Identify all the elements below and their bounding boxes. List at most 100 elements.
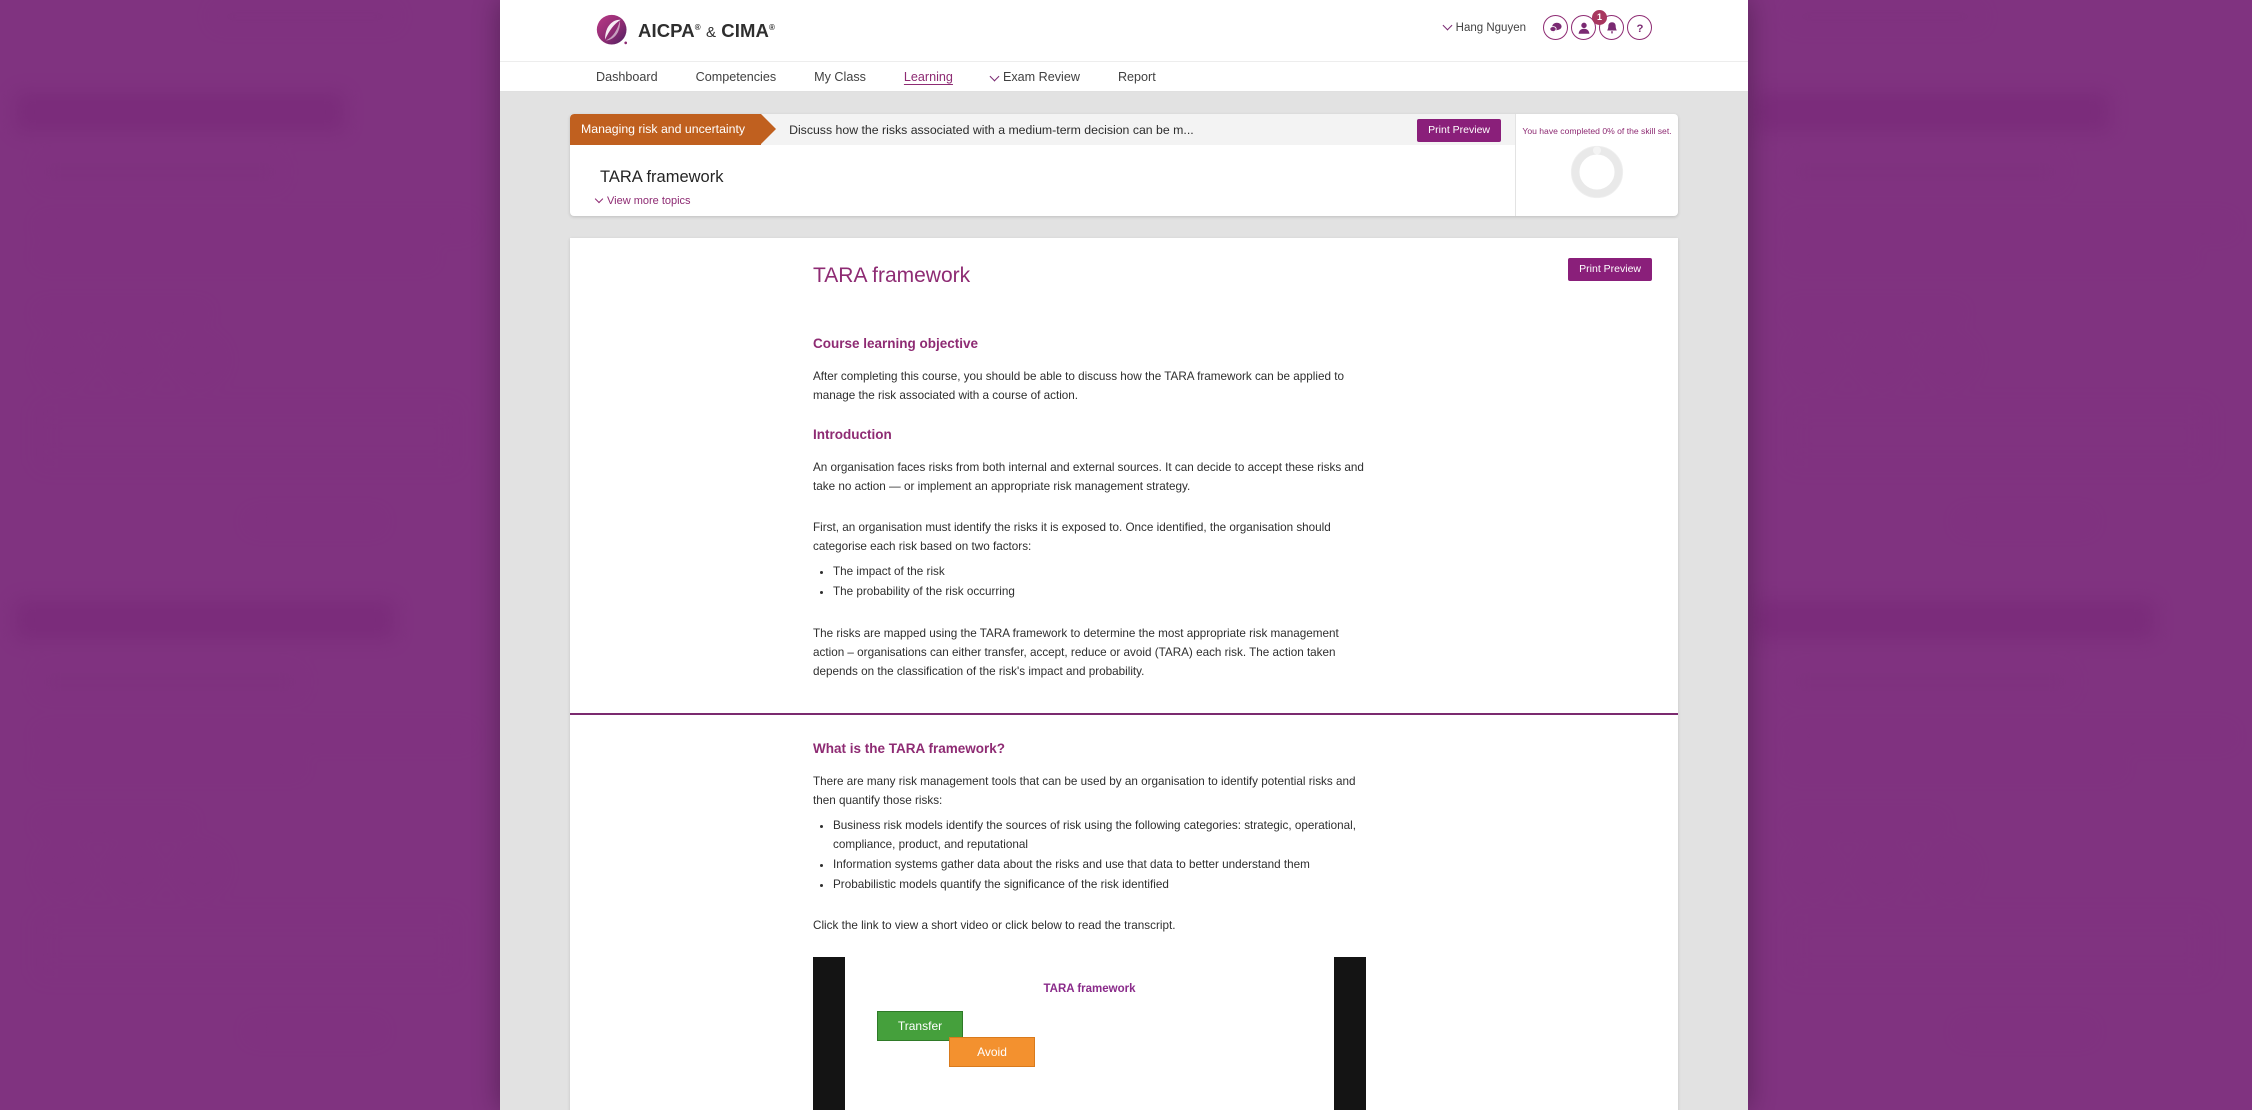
video-letterbox-right bbox=[1334, 957, 1366, 1110]
nav-item-exam-review[interactable]: Exam Review bbox=[989, 69, 1080, 84]
chevron-down-icon bbox=[1442, 20, 1453, 31]
nav-label: Competencies bbox=[695, 69, 777, 84]
section-heading-objective: Course learning objective bbox=[813, 336, 979, 351]
nav-item-learning[interactable]: Learning bbox=[904, 70, 953, 84]
main-navigation: Dashboard Competencies My Class Learning… bbox=[500, 62, 1748, 92]
user-menu[interactable]: Hang Nguyen bbox=[1442, 20, 1526, 34]
section-heading-what-is-tara: What is the TARA framework? bbox=[813, 740, 1006, 756]
backdrop-ghost bbox=[42, 848, 86, 892]
backdrop-ghost bbox=[1860, 848, 1904, 892]
nav-label: Exam Review bbox=[1002, 69, 1080, 84]
nav-item-dashboard[interactable]: Dashboard bbox=[596, 70, 658, 84]
backdrop-ghost bbox=[110, 848, 154, 892]
section-closing-text: Click the link to view a short video or … bbox=[813, 919, 1176, 933]
nav-label: Dashboard bbox=[596, 69, 658, 84]
backdrop-ghost bbox=[1790, 308, 1960, 319]
backdrop-ghost bbox=[1790, 220, 2230, 232]
chat-glyph bbox=[1548, 22, 1562, 32]
question-mark-glyph: ? bbox=[1636, 23, 1643, 35]
intro-bullet-list: The impact of the risk The probability o… bbox=[833, 562, 1393, 601]
course-body-bottom: What is the TARA framework? There are ma… bbox=[570, 715, 1678, 935]
backdrop-ghost bbox=[40, 818, 190, 829]
backdrop-ghost bbox=[1790, 670, 2070, 694]
backdrop-ghost bbox=[40, 670, 300, 694]
chevron-down-icon bbox=[989, 71, 1000, 82]
backdrop-ghost bbox=[40, 250, 430, 262]
section-paragraph: The risks are mapped using the TARA fram… bbox=[813, 626, 1339, 678]
backdrop-ghost bbox=[1755, 600, 2155, 640]
header-actions: Hang Nguyen 1 ? bbox=[1442, 10, 1652, 40]
backdrop-ghost bbox=[40, 760, 300, 772]
backdrop-ghost bbox=[1790, 818, 1940, 829]
course-title: TARA framework bbox=[813, 264, 971, 287]
backdrop-ghost bbox=[40, 308, 205, 319]
topic-card: Managing risk and uncertainty Discuss ho… bbox=[570, 114, 1678, 216]
list-item: The impact of the risk bbox=[833, 562, 1393, 581]
list-item: Probabilistic models quantify the signif… bbox=[833, 875, 1393, 894]
view-more-label: View more topics bbox=[607, 195, 691, 207]
breadcrumb-description: Discuss how the risks associated with a … bbox=[789, 122, 1194, 137]
topic-card-main: Managing risk and uncertainty Discuss ho… bbox=[570, 114, 1516, 216]
video-letterbox-left bbox=[813, 957, 845, 1110]
breadcrumb-skill-tab[interactable]: Managing risk and uncertainty bbox=[570, 114, 777, 145]
course-content-header: TARA framework Print Preview bbox=[570, 238, 1678, 302]
section-paragraph: First, an organisation must identify the… bbox=[813, 521, 1331, 554]
backdrop-ghost bbox=[1790, 160, 2060, 184]
chat-icon[interactable] bbox=[1543, 15, 1568, 40]
tara-bullet-list: Business risk models identify the source… bbox=[833, 816, 1393, 894]
backdrop-ghost bbox=[178, 338, 222, 382]
backdrop-ghost bbox=[40, 220, 470, 232]
notifications-icon[interactable]: 1 bbox=[1592, 10, 1624, 40]
video-slide-title: TARA framework bbox=[1043, 983, 1136, 996]
skill-progress-donut bbox=[1570, 146, 1624, 199]
backdrop-ghost bbox=[1790, 730, 2230, 742]
backdrop-ghost bbox=[40, 730, 470, 742]
backdrop-ghost bbox=[1960, 515, 2090, 528]
logo-ampersand: & bbox=[705, 23, 717, 41]
backdrop-ghost bbox=[1790, 760, 2120, 772]
tara-box-avoid: Avoid bbox=[949, 1037, 1035, 1068]
backdrop-ghost bbox=[38, 915, 458, 977]
nav-item-competencies[interactable]: Competencies bbox=[696, 70, 777, 84]
svg-text:?: ? bbox=[1636, 23, 1643, 35]
backdrop-ghost bbox=[1928, 338, 1972, 382]
section-paragraph: After completing this course, you should… bbox=[813, 370, 1344, 403]
app-window: AICPA® & CIMA® Hang Nguyen 1 ? Dashboard… bbox=[500, 0, 1748, 1110]
brand-logo[interactable]: AICPA® & CIMA® bbox=[596, 14, 775, 47]
help-icon[interactable]: ? bbox=[1627, 15, 1652, 40]
content-stage: Managing risk and uncertainty Discuss ho… bbox=[500, 92, 1748, 1110]
backdrop-ghost bbox=[1788, 915, 2208, 977]
backdrop-ghost bbox=[15, 600, 395, 640]
backdrop-ghost bbox=[15, 92, 345, 132]
logo-cima: CIMA bbox=[721, 19, 769, 41]
view-more-topics-link[interactable]: View more topics bbox=[594, 194, 691, 207]
backdrop-ghost bbox=[110, 338, 154, 382]
print-preview-button-content[interactable]: Print Preview bbox=[1568, 258, 1652, 281]
backdrop-ghost bbox=[38, 405, 458, 467]
section-paragraph: There are many risk management tools tha… bbox=[813, 774, 1356, 807]
backdrop-ghost bbox=[1790, 8, 1980, 25]
bell-glyph bbox=[1606, 21, 1617, 33]
logo-aicpa: AICPA bbox=[638, 19, 695, 41]
skill-progress-panel: You have completed 0% of the skill set. bbox=[1516, 114, 1678, 216]
tara-video-player[interactable]: TARA framework Transfer Avoid bbox=[813, 957, 1366, 1110]
topic-title: TARA framework bbox=[600, 168, 724, 186]
nav-item-my-class[interactable]: My Class bbox=[814, 70, 866, 84]
course-body-top: Course learning objective After completi… bbox=[570, 302, 1678, 681]
nav-label: Learning bbox=[903, 69, 953, 84]
print-preview-button-top[interactable]: Print Preview bbox=[1417, 119, 1501, 142]
backdrop-ghost bbox=[250, 1025, 380, 1038]
breadcrumb: Managing risk and uncertainty Discuss ho… bbox=[570, 114, 1515, 145]
nav-item-report[interactable]: Report bbox=[1118, 70, 1156, 84]
user-name-label: Hang Nguyen bbox=[1455, 21, 1526, 34]
backdrop-ghost bbox=[1790, 250, 2190, 262]
skill-progress-text: You have completed 0% of the skill set. bbox=[1522, 126, 1672, 136]
backdrop-ghost bbox=[1928, 848, 1972, 892]
list-item: Business risk models identify the source… bbox=[833, 816, 1393, 854]
backdrop-ghost bbox=[1860, 338, 1904, 382]
nav-label: My Class bbox=[814, 69, 866, 84]
backdrop-ghost bbox=[1960, 1025, 2090, 1038]
backdrop-ghost bbox=[1755, 92, 2110, 132]
brand-logo-text: AICPA® & CIMA® bbox=[638, 19, 775, 41]
backdrop-ghost bbox=[178, 848, 222, 892]
